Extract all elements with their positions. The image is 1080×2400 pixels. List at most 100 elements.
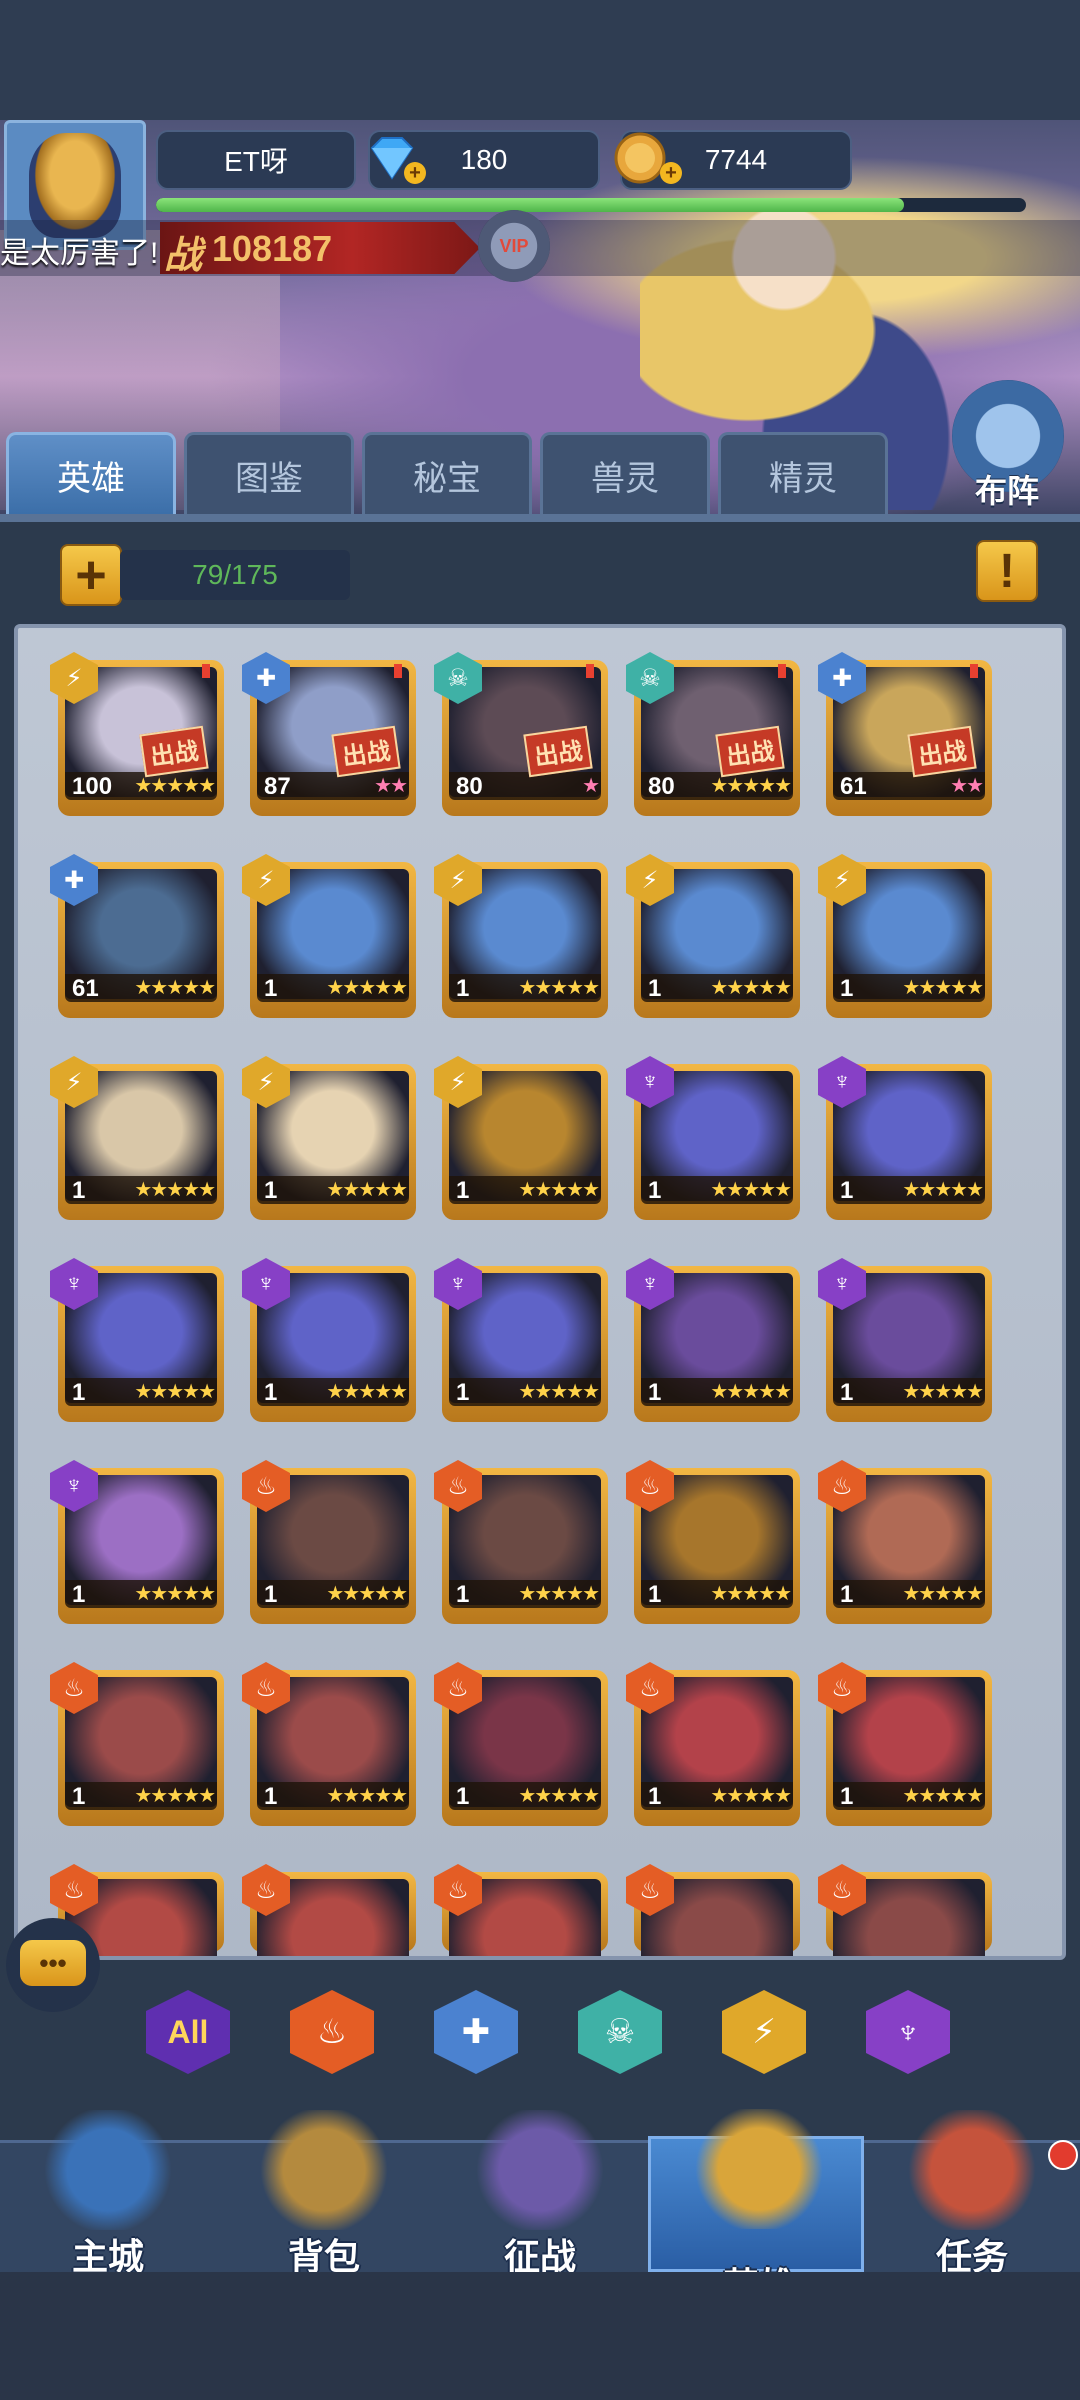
chat-button[interactable]: ••• bbox=[6, 1918, 100, 2012]
hero-card[interactable]: 1 ★★★★★ ⚡ bbox=[242, 1056, 416, 1220]
hero-card[interactable]: 1 ★★★★★ ♆ bbox=[626, 1056, 800, 1220]
hero-stars: ★★★★★ bbox=[134, 1583, 216, 1605]
hero-card[interactable]: 1 ★★★★★ ⚡ bbox=[434, 1056, 608, 1220]
add-gold-icon: + bbox=[660, 162, 682, 184]
hero-card[interactable]: 1 ★★★★★ ⚡ bbox=[434, 854, 608, 1018]
hero-card[interactable]: 1 ★★★★★ ⚡ bbox=[242, 854, 416, 1018]
tab-beast-spirit[interactable]: 兽灵 bbox=[540, 432, 710, 516]
hero-level: 1 bbox=[264, 1783, 278, 1810]
hero-card[interactable]: 1 ★★★★★ ♨ bbox=[434, 1460, 608, 1624]
hero-card[interactable]: 1 ★★★★★ ♆ bbox=[50, 1460, 224, 1624]
hero-level: 1 bbox=[264, 1177, 278, 1204]
hero-card[interactable]: 1 ★★★★★ ♨ bbox=[434, 1662, 608, 1826]
hero-card[interactable]: 1 ★★★★★ ♆ bbox=[626, 1258, 800, 1422]
hero-level: 80 bbox=[456, 773, 483, 800]
filter-label: All bbox=[167, 2013, 209, 2050]
hero-card[interactable]: 1 ★★★★★ ♨ bbox=[242, 1460, 416, 1624]
hero-card[interactable]: ♨ bbox=[242, 1864, 416, 1956]
gems-counter[interactable]: + 180 bbox=[368, 130, 600, 190]
nav-main-city[interactable]: 主城 bbox=[0, 2110, 216, 2277]
tab-sprite[interactable]: 精灵 bbox=[718, 432, 888, 516]
plus-icon: + bbox=[75, 545, 107, 605]
deployed-badge: 出战 bbox=[907, 725, 977, 778]
expand-slots-button[interactable]: + bbox=[60, 544, 122, 606]
hero-card[interactable]: 1 ★★★★★ ♨ bbox=[626, 1460, 800, 1624]
hero-card[interactable]: 61 ★★ ✚ 出战 bbox=[818, 652, 992, 816]
hero-level: 61 bbox=[72, 975, 99, 1002]
hero-card[interactable]: ♨ bbox=[818, 1864, 992, 1956]
filter-water-button[interactable]: ✚ bbox=[434, 1990, 518, 2074]
experience-fill bbox=[156, 198, 905, 212]
hero-level: 80 bbox=[648, 773, 675, 800]
hero-stars: ★★★★★ bbox=[518, 1785, 600, 1807]
tab-treasure[interactable]: 秘宝 bbox=[362, 432, 532, 516]
nav-backpack[interactable]: 背包 bbox=[216, 2110, 432, 2277]
chat-bubble-icon: ••• bbox=[20, 1940, 86, 1986]
nav-heroes[interactable]: 英雄 bbox=[648, 2109, 864, 2306]
hero-card[interactable]: 1 ★★★★★ ♆ bbox=[50, 1258, 224, 1422]
hero-card[interactable]: 1 ★★★★★ ♆ bbox=[818, 1056, 992, 1220]
hero-card[interactable]: 1 ★★★★★ ♨ bbox=[50, 1662, 224, 1826]
hero-level: 1 bbox=[648, 1177, 662, 1204]
hero-card[interactable]: 100 ★★★★★ ⚡ 出战 bbox=[50, 652, 224, 816]
hero-card[interactable]: ♨ bbox=[434, 1864, 608, 1956]
filter-dark-button[interactable]: ♆ bbox=[866, 1990, 950, 2074]
tab-codex[interactable]: 图鉴 bbox=[184, 432, 354, 516]
info-button[interactable]: ! bbox=[976, 540, 1038, 602]
deployed-badge: 出战 bbox=[139, 725, 209, 778]
hero-card[interactable]: 1 ★★★★★ ♆ bbox=[434, 1258, 608, 1422]
hero-level: 1 bbox=[840, 1379, 854, 1406]
filter-all-button[interactable]: All bbox=[146, 1990, 230, 2074]
hero-stars: ★★★★★ bbox=[902, 1179, 984, 1201]
hero-stars: ★★★★★ bbox=[518, 1179, 600, 1201]
nav-campaign[interactable]: 征战 bbox=[432, 2110, 648, 2277]
scroll-icon bbox=[904, 2110, 1040, 2230]
hero-stars: ★★★★★ bbox=[134, 1179, 216, 1201]
hero-level: 1 bbox=[72, 1379, 86, 1406]
hero-level: 1 bbox=[648, 1783, 662, 1810]
hero-stars: ★★★★★ bbox=[710, 1583, 792, 1605]
deployed-badge: 出战 bbox=[715, 725, 785, 778]
castle-icon bbox=[40, 2110, 176, 2230]
exclamation-icon: ! bbox=[999, 544, 1015, 598]
hero-card[interactable]: 1 ★★★★★ ♨ bbox=[818, 1460, 992, 1624]
hero-stars: ★★★★★ bbox=[326, 1583, 408, 1605]
nav-quests[interactable]: 任务 bbox=[864, 2110, 1080, 2277]
hero-card[interactable]: 1 ★★★★★ ♆ bbox=[818, 1258, 992, 1422]
vip-badge[interactable]: VIP bbox=[478, 210, 550, 282]
hero-card[interactable]: 1 ★★★★★ ⚡ bbox=[626, 854, 800, 1018]
hero-level: 1 bbox=[456, 975, 470, 1002]
hero-level: 1 bbox=[72, 1783, 86, 1810]
player-name[interactable]: ET呀 bbox=[156, 130, 356, 190]
gold-counter[interactable]: + 7744 bbox=[614, 130, 852, 190]
filter-fire-button[interactable]: ♨ bbox=[290, 1990, 374, 2074]
tab-heroes[interactable]: 英雄 bbox=[6, 432, 176, 516]
hero-card[interactable]: 87 ★★ ✚ 出战 bbox=[242, 652, 416, 816]
hero-card[interactable]: 80 ★ ☠ 出战 bbox=[434, 652, 608, 816]
tab-label: 图鉴 bbox=[235, 460, 303, 498]
hero-card[interactable]: 1 ★★★★★ ⚡ bbox=[818, 854, 992, 1018]
hero-card[interactable]: 1 ★★★★★ ♆ bbox=[242, 1258, 416, 1422]
filter-label: ✚ bbox=[461, 2013, 491, 2051]
experience-bar bbox=[156, 198, 1026, 212]
hero-card[interactable]: 80 ★★★★★ ☠ 出战 bbox=[626, 652, 800, 816]
hero-card[interactable]: 61 ★★★★★ ✚ bbox=[50, 854, 224, 1018]
hero-stars: ★★ bbox=[950, 775, 984, 797]
filter-label: ♆ bbox=[895, 2012, 921, 2051]
hero-stars: ★★★★★ bbox=[710, 1179, 792, 1201]
hero-card[interactable]: ♨ bbox=[626, 1864, 800, 1956]
filter-skull-button[interactable]: ☠ bbox=[578, 1990, 662, 2074]
hero-grid: 100 ★★★★★ ⚡ 出战 87 ★★ ✚ 出战 80 ★ ☠ 出战 80 ★★★★★ ☠ 出战 61 ★★ ✚ 出… bbox=[14, 624, 1066, 1960]
hero-level: 1 bbox=[648, 1379, 662, 1406]
hero-card[interactable]: 1 ★★★★★ ⚡ bbox=[50, 1056, 224, 1220]
hero-stars: ★★★★★ bbox=[326, 1785, 408, 1807]
hero-stars: ★★ bbox=[374, 775, 408, 797]
ticker-message: 是太厉害了! bbox=[0, 237, 159, 270]
formation-button[interactable]: 布阵 bbox=[942, 380, 1072, 510]
hero-level: 1 bbox=[840, 1783, 854, 1810]
filter-light-button[interactable]: ⚡ bbox=[722, 1990, 806, 2074]
hero-card[interactable]: 1 ★★★★★ ♨ bbox=[818, 1662, 992, 1826]
hero-card[interactable]: 1 ★★★★★ ♨ bbox=[242, 1662, 416, 1826]
hero-card[interactable]: 1 ★★★★★ ♨ bbox=[626, 1662, 800, 1826]
deployed-badge: 出战 bbox=[523, 725, 593, 778]
